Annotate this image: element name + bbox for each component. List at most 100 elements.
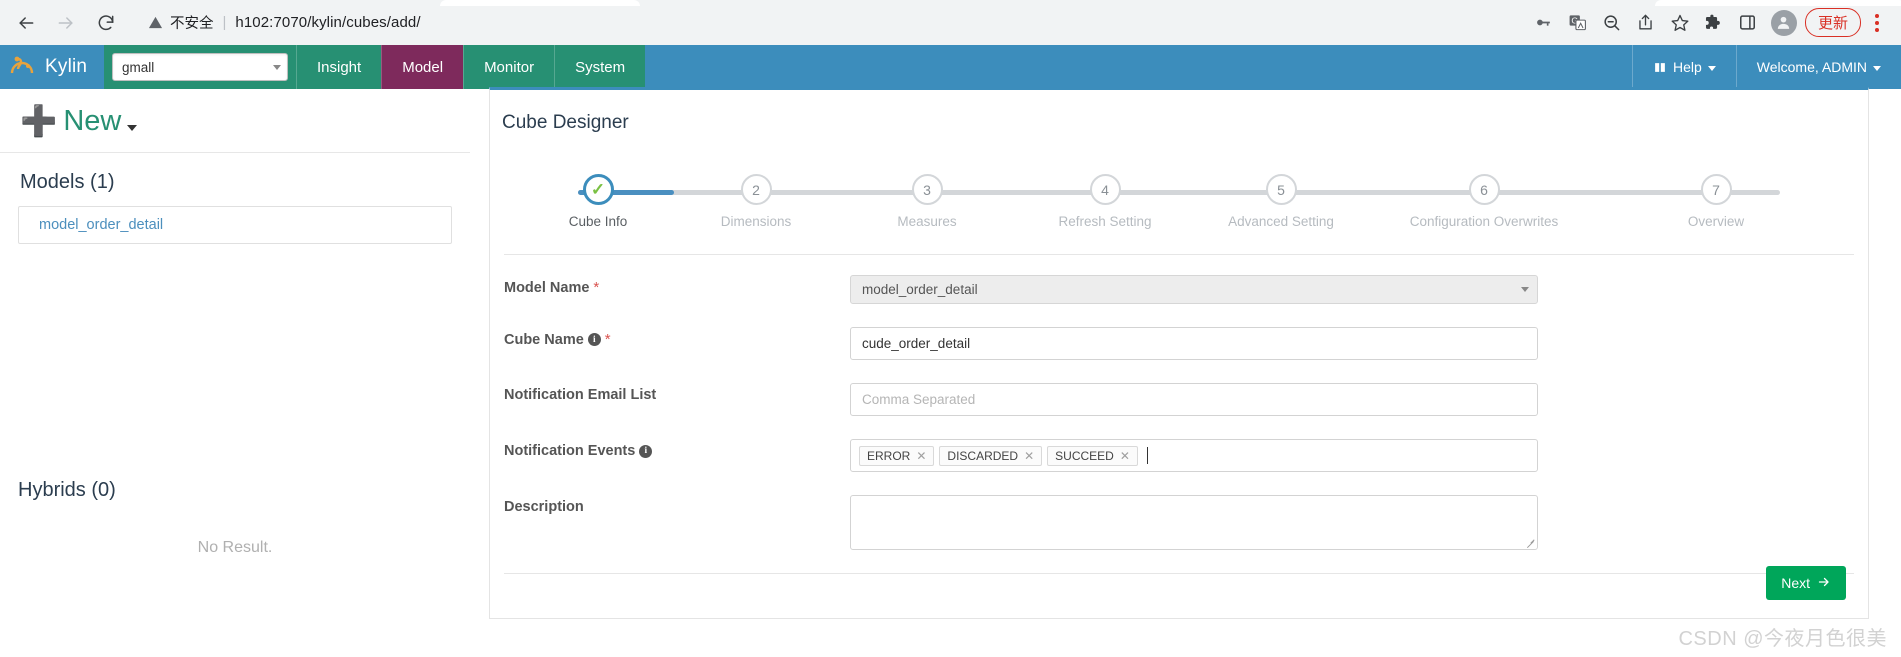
resize-handle-icon[interactable] [1525, 537, 1535, 547]
nav-item-user-label: Welcome, ADMIN [1756, 59, 1867, 75]
tag-label: SUCCEED [1055, 448, 1114, 463]
wizard-step-cube-info[interactable]: ✓ Cube Info [544, 170, 652, 229]
required-mark: * [593, 279, 600, 296]
extensions-puzzle-icon[interactable] [1697, 6, 1731, 40]
wizard-step-overview[interactable]: 7 Overview [1662, 170, 1770, 229]
check-icon: ✓ [590, 180, 606, 199]
notification-email-label: Notification Email List [504, 387, 657, 403]
back-arrow-icon[interactable] [6, 3, 46, 43]
wizard-step-measures[interactable]: 3 Measures [873, 170, 981, 229]
profile-avatar-icon[interactable] [1770, 9, 1797, 36]
text-cursor [1146, 447, 1148, 464]
chevron-down-icon [1873, 66, 1881, 71]
nav-item-user[interactable]: Welcome, ADMIN [1735, 45, 1901, 89]
step-label: Overview [1687, 214, 1745, 229]
zoom-out-icon[interactable] [1595, 6, 1629, 40]
step-circle: ✓ [582, 174, 614, 205]
project-select[interactable]: gmall [112, 53, 288, 81]
nav-item-system[interactable]: System [554, 45, 645, 89]
nav-item-model[interactable]: Model [381, 45, 464, 89]
model-name-control: model_order_detail [850, 275, 1538, 304]
side-panel-icon[interactable] [1731, 6, 1765, 40]
notification-events-label-text: Notification Events [504, 443, 636, 459]
notification-email-input[interactable]: Comma Separated [850, 383, 1538, 416]
book-icon [1653, 61, 1667, 74]
cube-name-label-text: Cube Name [504, 331, 584, 348]
security-status-text: 不安全 [170, 16, 214, 32]
chevron-down-icon [273, 64, 281, 70]
new-button[interactable]: ➕ New [18, 89, 452, 152]
step-label: Cube Info [568, 214, 628, 229]
no-result-text: No Result. [197, 539, 273, 556]
model-name-label: Model Name * [490, 275, 850, 296]
nav-item-insight[interactable]: Insight [296, 45, 381, 89]
tab-strip-edge-right [1655, 0, 1901, 6]
update-button[interactable]: 更新 [1804, 8, 1861, 37]
share-icon[interactable] [1629, 6, 1663, 40]
plus-icon: ➕ [20, 104, 58, 138]
notification-events-tag-input[interactable]: ERROR ✕ DISCARDED ✕ SUCCEED ✕ [850, 439, 1538, 472]
hybrids-heading: Hybrids (0) [18, 479, 116, 501]
cube-info-form: Model Name * model_order_detail Cube Nam… [490, 255, 1868, 550]
description-control [850, 495, 1538, 550]
model-name-value: model_order_detail [862, 282, 978, 297]
info-icon[interactable]: i [639, 444, 653, 458]
forward-arrow-icon[interactable] [46, 3, 86, 43]
step-circle: 6 [1468, 174, 1500, 205]
password-key-icon[interactable] [1527, 6, 1561, 40]
step-label: Dimensions [720, 214, 792, 229]
tag-succeed[interactable]: SUCCEED ✕ [1047, 445, 1138, 466]
tab-strip-edge [440, 0, 640, 6]
nav-item-help[interactable]: Help [1631, 45, 1736, 89]
wizard-step-advanced-setting[interactable]: 5 Advanced Setting [1227, 170, 1335, 229]
close-x-icon[interactable]: ✕ [916, 449, 926, 463]
cube-name-input[interactable]: cude_order_detail [850, 327, 1538, 360]
omnibox-separator: | [222, 14, 227, 31]
wizard-step-configuration-overwrites[interactable]: 6 Configuration Overwrites [1379, 170, 1589, 229]
models-heading: Models (1) [20, 171, 115, 193]
step-circle: 5 [1265, 174, 1297, 205]
info-icon[interactable]: i [587, 333, 601, 346]
form-row-description: Description [490, 495, 1868, 550]
cube-name-control: cude_order_detail [850, 327, 1538, 360]
translate-icon[interactable]: G [1561, 6, 1595, 40]
project-select-value: gmall [122, 59, 155, 75]
next-button[interactable]: Next [1766, 566, 1846, 600]
chevron-down-icon [1707, 66, 1716, 71]
wizard-step-refresh-setting[interactable]: 4 Refresh Setting [1051, 170, 1159, 229]
step-circle: 7 [1700, 174, 1732, 205]
step-label: Refresh Setting [1058, 214, 1152, 229]
tag-error[interactable]: ERROR ✕ [859, 445, 935, 466]
chevron-down-icon [1521, 287, 1529, 292]
kebab-menu-icon[interactable] [1863, 6, 1891, 40]
page-title: Cube Designer [502, 112, 629, 133]
description-textarea[interactable] [850, 495, 1538, 550]
new-button-label: New [63, 105, 122, 137]
step-circle: 4 [1089, 174, 1121, 205]
form-row-model-name: Model Name * model_order_detail [490, 275, 1868, 304]
navbar-left-group: gmall Insight Model Monitor System [104, 45, 646, 89]
notification-events-control: ERROR ✕ DISCARDED ✕ SUCCEED ✕ [850, 439, 1538, 472]
tag-label: DISCARDED [947, 448, 1019, 463]
address-bar[interactable]: 不安全 | h102:7070/kylin/cubes/add/ [134, 7, 1527, 39]
model-name-select[interactable]: model_order_detail [850, 275, 1538, 304]
brand[interactable]: Kylin [0, 45, 104, 89]
browser-toolbar-actions: G 更新 [1527, 6, 1901, 40]
cube-name-label: Cube Name i * [490, 327, 850, 348]
wizard-step-dimensions[interactable]: 2 Dimensions [702, 170, 810, 229]
reload-icon[interactable] [86, 3, 126, 43]
model-link[interactable]: model_order_detail [39, 217, 163, 233]
tag-discarded[interactable]: DISCARDED ✕ [939, 445, 1043, 466]
arrow-right-icon [1817, 575, 1831, 591]
list-item[interactable]: model_order_detail [18, 206, 452, 244]
close-x-icon[interactable]: ✕ [1120, 449, 1130, 463]
form-divider-bottom [504, 573, 1854, 574]
cube-designer-panel: Cube Designer ✓ Cube Info 2 Dimensions 3… [489, 87, 1869, 619]
kylin-logo-icon [8, 54, 38, 80]
bookmark-star-icon[interactable] [1663, 6, 1697, 40]
required-mark: * [604, 331, 611, 348]
nav-item-monitor[interactable]: Monitor [463, 45, 554, 89]
warning-triangle-icon [148, 15, 163, 30]
brand-text: Kylin [45, 56, 88, 77]
close-x-icon[interactable]: ✕ [1024, 449, 1034, 463]
